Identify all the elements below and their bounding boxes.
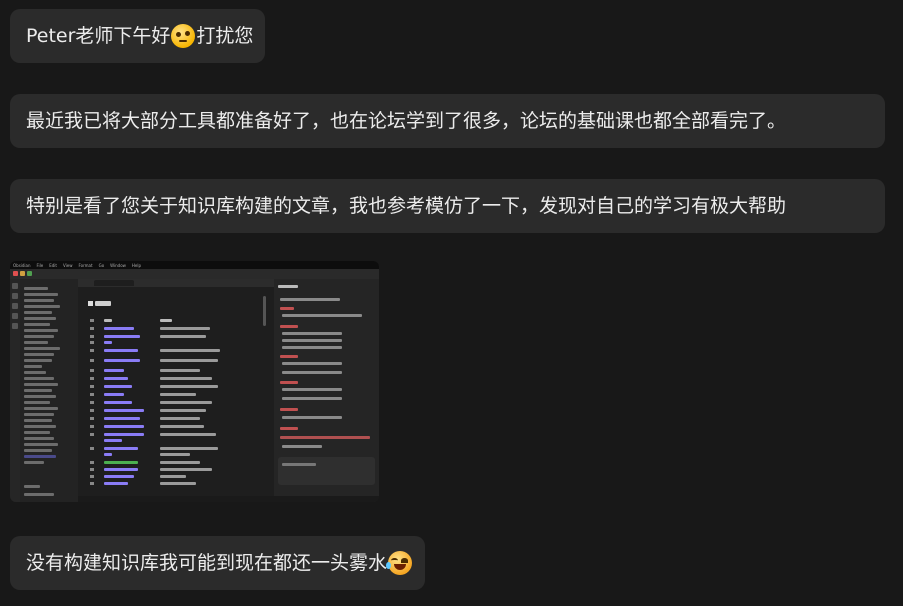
menu-item: Format [78, 262, 93, 268]
menu-item: Edit [49, 262, 57, 268]
file-item [24, 449, 52, 452]
message-text: Peter老师下午好 [26, 25, 171, 47]
file-item [24, 389, 52, 392]
input-placeholder [282, 463, 316, 466]
panel-label [280, 381, 298, 384]
ribbon-icon [12, 323, 18, 329]
file-item [24, 401, 50, 404]
file-item [24, 461, 44, 464]
file-item [24, 431, 50, 434]
window-close-icon [13, 271, 18, 276]
editor-tab [94, 280, 134, 286]
panel-label [280, 427, 298, 430]
file-item [24, 329, 58, 332]
message-bubble-3[interactable]: 特别是看了您关于知识库构建的文章，我也参考模仿了一下，发现对自己的学习有极大帮助 [10, 179, 885, 233]
file-item [24, 493, 54, 496]
message-text: 没有构建知识库我可能到现在都还一头雾水 [26, 552, 388, 574]
image-attachment[interactable]: Obsidian File Edit View Format Go Window… [10, 261, 379, 502]
panel-label [280, 325, 298, 328]
message-bubble-2[interactable]: 最近我已将大部分工具都准备好了，也在论坛学到了很多，论坛的基础课也都全部看完了。 [10, 94, 885, 148]
file-item [24, 407, 58, 410]
file-item [24, 437, 54, 440]
panel-label [280, 355, 298, 358]
message-bubble-1[interactable]: Peter老师下午好 打扰您 [10, 9, 266, 63]
file-item [24, 341, 48, 344]
panel-line [282, 397, 342, 400]
menu-item: View [62, 262, 73, 268]
file-item-active [24, 455, 56, 458]
panel-line [282, 445, 322, 448]
file-item [24, 419, 52, 422]
thinking-face-emoji-icon [171, 24, 196, 48]
file-item [24, 371, 46, 374]
file-item [24, 353, 54, 356]
menu-item: Obsidian [13, 262, 31, 268]
file-item [24, 305, 60, 308]
scrollbar [263, 296, 266, 326]
panel-line [282, 339, 342, 342]
file-item [24, 293, 58, 296]
file-item [24, 299, 54, 302]
message-text: 打扰您 [196, 25, 254, 47]
menu-item: Go [98, 262, 105, 268]
app-menubar: Obsidian File Edit View Format Go Window… [10, 261, 379, 269]
panel-line [282, 362, 342, 365]
panel-line [280, 298, 340, 301]
panel-label [280, 408, 298, 411]
panel-line [280, 436, 370, 439]
ribbon-icon [12, 313, 18, 319]
chat-input-box [278, 457, 375, 485]
menu-item: Help [131, 262, 142, 268]
message-bubble-5[interactable]: 没有构建知识库我可能到现在都还一头雾水 [10, 536, 426, 590]
menu-item: Window [110, 262, 126, 268]
panel-line [282, 416, 342, 419]
panel-line [282, 371, 342, 374]
rolling-on-floor-laughing-emoji-icon [386, 551, 413, 575]
window-max-icon [27, 271, 32, 276]
file-item [24, 443, 58, 446]
message-text: 特别是看了您关于知识库构建的文章，我也参考模仿了一下，发现对自己的学习有极大帮助 [26, 195, 787, 217]
document-title [88, 301, 114, 306]
panel-line [282, 346, 342, 349]
panel-line [282, 332, 342, 335]
message-text: 最近我已将大部分工具都准备好了，也在论坛学到了很多，论坛的基础课也都全部看完了。 [26, 110, 787, 132]
file-item [24, 323, 50, 326]
panel-line [282, 314, 362, 317]
file-item [24, 359, 52, 362]
window-min-icon [20, 271, 25, 276]
file-item [24, 365, 42, 368]
file-item [24, 395, 56, 398]
file-item [24, 425, 56, 428]
panel-label [280, 307, 294, 310]
ribbon-icon [12, 293, 18, 299]
file-item [24, 335, 54, 338]
ribbon-icon [12, 303, 18, 309]
file-item [24, 317, 56, 320]
menu-item: File [36, 262, 44, 268]
ribbon-icon [12, 283, 18, 289]
file-item [24, 311, 52, 314]
file-item [24, 377, 54, 380]
file-item [24, 485, 40, 488]
status-bar [78, 496, 379, 502]
file-item [24, 287, 48, 290]
app-toolbar [10, 269, 379, 279]
file-item [24, 347, 60, 350]
file-item [24, 413, 54, 416]
panel-title [278, 285, 298, 288]
file-item [24, 383, 58, 386]
panel-line [282, 388, 342, 391]
